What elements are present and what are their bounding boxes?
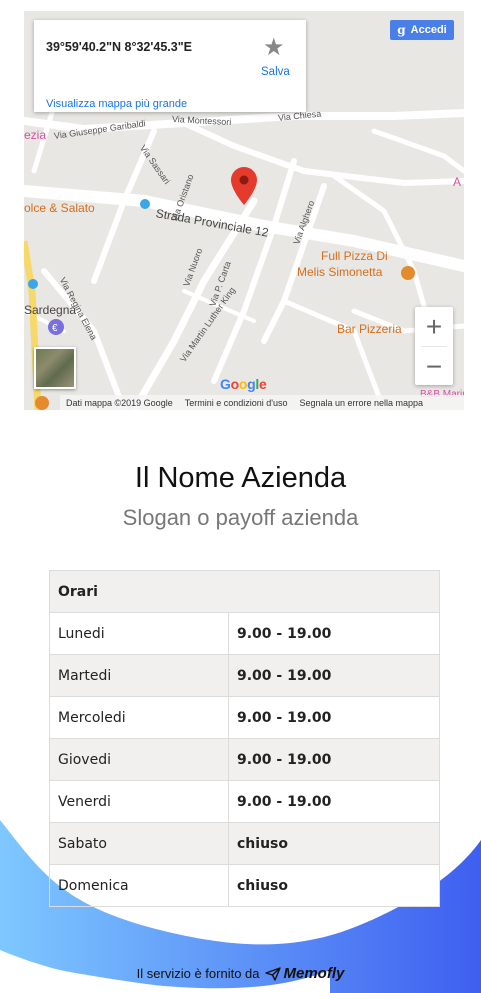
day-cell: Lunedi (49, 612, 229, 655)
coordinates: 39°59'40.2"N 8°32'45.3"E (46, 40, 192, 54)
terms-link[interactable]: Termini e condizioni d'uso (185, 398, 288, 408)
company-slogan: Slogan o payoff azienda (122, 505, 359, 530)
embedded-map[interactable]: € Via Giuseppe Garibaldi Via Montessori … (24, 11, 464, 410)
google-g-icon: g (397, 23, 406, 37)
time-cell: chiuso (228, 822, 440, 865)
table-header-row: Orari (49, 570, 440, 613)
company-name: Il Nome Azienda (134, 462, 347, 494)
save-button[interactable]: Salva (261, 66, 290, 78)
time-cell: 9.00 - 19.00 (228, 738, 440, 781)
place-label: ezia (24, 128, 47, 142)
google-logo: Google (220, 376, 267, 392)
table-row: Giovedi 9.00 - 19.00 (49, 738, 440, 781)
day-cell: Domenica (49, 864, 229, 907)
place-label: A (453, 175, 462, 189)
footer: Il servizio è fornito da Memofly (0, 965, 481, 982)
day-cell: Mercoledi (49, 696, 229, 739)
time-cell: 9.00 - 19.00 (228, 696, 440, 739)
table-row: Mercoledi 9.00 - 19.00 (49, 696, 440, 739)
place-label: Bar Pizzeria (337, 322, 402, 336)
zoom-control: + − (415, 307, 453, 385)
time-cell: 9.00 - 19.00 (228, 654, 440, 697)
zoom-in-button[interactable]: + (415, 307, 453, 346)
brand-name: Memofly (283, 965, 345, 982)
table-row: Domenica chiuso (49, 864, 440, 907)
day-cell: Martedi (49, 654, 229, 697)
table-row: Sabato chiuso (49, 822, 440, 865)
map-attribution: Dati mappa ©2019 Google Termini e condiz… (60, 395, 464, 410)
place-info-card: 39°59'40.2"N 8°32'45.3"E ★ Salva Visuali… (34, 20, 306, 112)
signin-label: Accedi (410, 24, 447, 36)
day-cell: Giovedi (49, 738, 229, 781)
time-cell: chiuso (228, 864, 440, 907)
hours-header: Orari (49, 570, 440, 613)
opening-hours-table: Orari Lunedi 9.00 - 19.00 Martedi 9.00 -… (49, 570, 440, 907)
map-data-credit: Dati mappa ©2019 Google (66, 397, 173, 408)
place-label: Sardegna (24, 303, 77, 317)
table-row: Martedi 9.00 - 19.00 (49, 654, 440, 697)
memofly-brand-link[interactable]: Memofly (264, 965, 345, 982)
footer-text: Il servizio è fornito da (136, 966, 260, 981)
time-cell: 9.00 - 19.00 (228, 612, 440, 655)
report-error-link[interactable]: Segnala un errore nella mappa (299, 398, 423, 408)
place-label: Full Pizza Di (321, 249, 388, 263)
map-pin-icon[interactable] (231, 167, 257, 205)
place-label: Melis Simonetta (297, 265, 383, 279)
table-row: Lunedi 9.00 - 19.00 (49, 612, 440, 655)
paper-plane-icon (264, 966, 281, 981)
place-label: olce & Salato (24, 201, 95, 215)
time-cell: 9.00 - 19.00 (228, 780, 440, 823)
signin-button[interactable]: g Accedi (390, 20, 454, 40)
svg-text:€: € (52, 323, 58, 334)
star-icon[interactable]: ★ (263, 36, 285, 60)
zoom-out-button[interactable]: − (415, 347, 453, 386)
table-row: Venerdi 9.00 - 19.00 (49, 780, 440, 823)
view-larger-map-link[interactable]: Visualizza mappa più grande (46, 98, 187, 110)
satellite-toggle[interactable] (34, 347, 76, 389)
day-cell: Venerdi (49, 780, 229, 823)
day-cell: Sabato (49, 822, 229, 865)
